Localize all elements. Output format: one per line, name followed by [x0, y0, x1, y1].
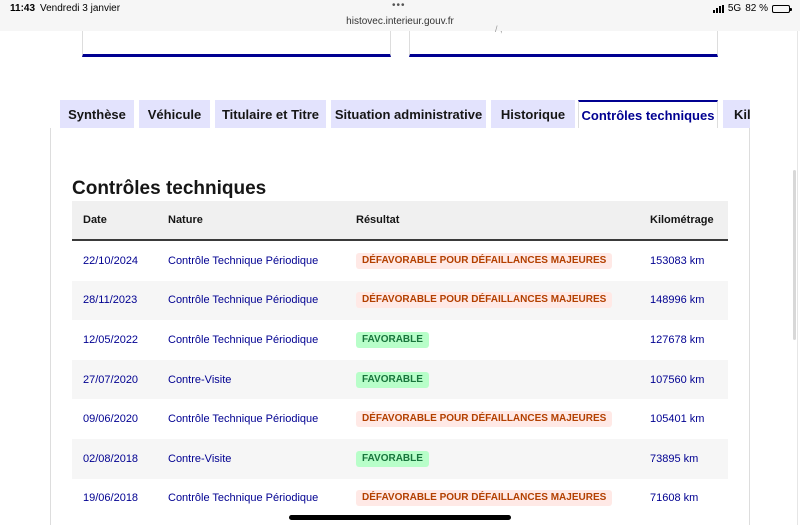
mileage-cell: 153083 km: [650, 254, 705, 267]
result-cell: DÉFAVORABLE POUR DÉFAILLANCES MAJEURES: [356, 479, 613, 519]
result-cell: FAVORABLE: [356, 320, 429, 360]
column-header-nature: Nature: [168, 214, 203, 226]
signal-icon: [712, 4, 724, 13]
status-badge-defavorable: DÉFAVORABLE POUR DÉFAILLANCES MAJEURES: [356, 490, 613, 507]
table-row: 02/08/2018 Contre-Visite FAVORABLE 73895 km: [72, 438, 728, 479]
tab-controles-techniques[interactable]: Contrôles techniques: [578, 100, 718, 128]
tab-bar: Synthèse Véhicule Titulaire et Titre Sit…: [60, 100, 750, 128]
info-card-right: / ,: [409, 24, 718, 57]
url-bar[interactable]: histovec.interieur.gouv.fr: [0, 16, 800, 27]
date-cell: 02/08/2018: [83, 452, 139, 465]
table-body: 22/10/2024 Contrôle Technique Périodique D…: [72, 241, 728, 519]
tab-historique[interactable]: Historique: [491, 100, 575, 128]
date-cell: 22/10/2024: [83, 254, 139, 267]
date-cell: 12/05/2022: [83, 333, 139, 346]
status-badge-favorable: FAVORABLE: [356, 331, 429, 348]
tab-situation-administrative[interactable]: Situation administrative: [331, 100, 486, 128]
table-row: 12/05/2022 Contrôle Technique Périodique F…: [72, 320, 728, 360]
mileage-cell: 127678 km: [650, 333, 705, 346]
table-row: 22/10/2024 Contrôle Technique Périodique D…: [72, 241, 728, 281]
table-row: 19/06/2018 Contrôle Technique Périodique D…: [72, 478, 728, 519]
table-row: 27/07/2020 Contre-Visite FAVORABLE 107560 k…: [72, 359, 728, 400]
mileage-cell: 105401 km: [650, 413, 705, 426]
status-indicators: 5G 82 %: [712, 3, 792, 14]
table-row: 28/11/2023 Contrôle Technique Périodique D…: [72, 280, 728, 321]
status-badge-favorable: FAVORABLE: [356, 371, 429, 388]
result-cell: FAVORABLE: [356, 439, 429, 479]
mileage-cell: 107560 km: [650, 373, 705, 386]
nature-cell: Contrôle Technique Périodique: [168, 333, 319, 346]
mileage-cell: 73895 km: [650, 452, 699, 465]
table-header: Date Nature Résultat Kilométrage: [72, 201, 728, 241]
home-indicator[interactable]: [289, 515, 511, 520]
info-card-left: [82, 31, 391, 57]
column-header-date: Date: [83, 214, 107, 226]
status-badge-defavorable: DÉFAVORABLE POUR DÉFAILLANCES MAJEURES: [356, 292, 613, 309]
status-badge-favorable: FAVORABLE: [356, 450, 429, 467]
tab-vehicule[interactable]: Véhicule: [139, 100, 210, 128]
result-cell: DÉFAVORABLE POUR DÉFAILLANCES MAJEURES: [356, 241, 613, 281]
table-row: 09/06/2020 Contrôle Technique Périodique D…: [72, 399, 728, 439]
card-text-fragment: / ,: [495, 24, 503, 34]
column-header-mileage: Kilométrage: [650, 214, 714, 226]
controles-techniques-table: Date Nature Résultat Kilométrage 22/10/2…: [72, 201, 728, 519]
mileage-cell: 71608 km: [650, 492, 699, 505]
column-header-result: Résultat: [356, 214, 400, 226]
status-bar: 11:43 Vendredi 3 janvier ••• histovec.in…: [0, 0, 800, 31]
battery-percent: 82 %: [745, 3, 768, 14]
nature-cell: Contre-Visite: [168, 373, 232, 386]
viewport-edge: [797, 31, 798, 525]
status-time: 11:43: [10, 3, 36, 14]
scroll-indicator[interactable]: [793, 170, 796, 340]
date-cell: 27/07/2020: [83, 373, 139, 386]
nature-cell: Contrôle Technique Périodique: [168, 413, 319, 426]
network-type: 5G: [727, 3, 742, 14]
status-badge-defavorable: DÉFAVORABLE POUR DÉFAILLANCES MAJEURES: [356, 411, 613, 428]
result-cell: FAVORABLE: [356, 360, 429, 400]
section-title: Contrôles techniques: [72, 178, 267, 199]
tab-synthese[interactable]: Synthèse: [60, 100, 134, 128]
result-cell: DÉFAVORABLE POUR DÉFAILLANCES MAJEURES: [356, 281, 613, 321]
nature-cell: Contrôle Technique Périodique: [168, 294, 319, 307]
date-cell: 09/06/2020: [83, 413, 139, 426]
tab-kilometrage[interactable]: Kilo: [723, 100, 750, 128]
battery-icon: [772, 4, 792, 13]
status-badge-defavorable: DÉFAVORABLE POUR DÉFAILLANCES MAJEURES: [356, 252, 613, 269]
nature-cell: Contrôle Technique Périodique: [168, 254, 319, 267]
status-date: Vendredi 3 janvier: [40, 3, 121, 14]
date-cell: 19/06/2018: [83, 492, 139, 505]
mileage-cell: 148996 km: [650, 294, 705, 307]
tab-titulaire-et-titre[interactable]: Titulaire et Titre: [215, 100, 326, 128]
result-cell: DÉFAVORABLE POUR DÉFAILLANCES MAJEURES: [356, 399, 613, 439]
multitasking-dots-icon[interactable]: •••: [392, 0, 406, 11]
date-cell: 28/11/2023: [83, 294, 138, 307]
nature-cell: Contre-Visite: [168, 452, 232, 465]
nature-cell: Contrôle Technique Périodique: [168, 492, 319, 505]
